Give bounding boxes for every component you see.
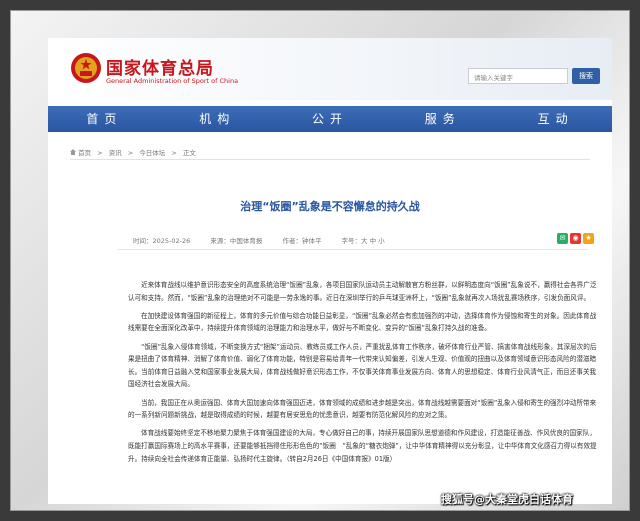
article-time: 时间：2025-02-26 bbox=[133, 237, 191, 245]
site-header: 国家体育总局 General Administration of Sport o… bbox=[48, 38, 612, 100]
breadcrumb: 首页 > 资讯 > 今日体坛 > 正文 bbox=[70, 147, 200, 157]
article-source: 来源：中国体育报 bbox=[210, 237, 263, 245]
article-meta: 时间：2025-02-26 来源：中国体育报 作者：钟体平 字号：大 中 小 bbox=[133, 235, 403, 245]
qzone-share-icon[interactable]: ★ bbox=[583, 233, 594, 244]
breadcrumb-news[interactable]: 资讯 bbox=[109, 149, 122, 157]
national-emblem-icon[interactable] bbox=[70, 52, 102, 84]
watermark: 搜狐号@大秦堂虎白话体育 bbox=[441, 493, 573, 506]
weibo-share-icon[interactable]: ◉ bbox=[570, 233, 581, 244]
breadcrumb-separator: > bbox=[97, 149, 103, 157]
search-input[interactable]: 请输入关键字 bbox=[468, 68, 568, 84]
share-bar: ✉ ◉ ★ bbox=[557, 233, 594, 244]
wechat-share-icon[interactable]: ✉ bbox=[557, 233, 568, 244]
article-author: 作者：钟体平 bbox=[282, 237, 322, 245]
nav-item-service[interactable]: 服务 bbox=[386, 106, 499, 132]
breadcrumb-today-sports[interactable]: 今日体坛 bbox=[139, 149, 165, 157]
home-icon bbox=[70, 149, 76, 155]
divider bbox=[118, 249, 588, 250]
article-paragraph: “饭圈”乱象入侵体育领域，不断变换方式“捆架”运动员、教练员或工作人员，严重扰乱… bbox=[128, 342, 597, 389]
picture-frame: 国家体育总局 General Administration of Sport o… bbox=[10, 10, 630, 511]
main-nav: 首页 机构 公开 服务 互动 bbox=[48, 106, 612, 132]
breadcrumb-separator: > bbox=[171, 149, 177, 157]
breadcrumb-home[interactable]: 首页 bbox=[78, 149, 91, 157]
breadcrumb-separator: > bbox=[127, 149, 134, 157]
site-name-english: General Administration of Sport of China bbox=[106, 77, 239, 85]
article-body: 近来体育战线以维护意识形态安全的高度系统治理“饭圈”乱象，各项目国家队运动员主动… bbox=[128, 279, 598, 471]
article-title: 治理“饭圈”乱象是不容懈怠的持久战 bbox=[240, 200, 420, 213]
nav-item-organization[interactable]: 机构 bbox=[161, 106, 274, 132]
article-paragraph: 当前，我国正在从奥运强国、体育大国加速向体育强国迈进，体育领域的成绩和进步越是突… bbox=[128, 398, 597, 420]
site-name[interactable]: 国家体育总局 bbox=[106, 54, 214, 79]
nav-item-home[interactable]: 首页 bbox=[48, 106, 161, 132]
article-paragraph: 近来体育战线以维护意识形态安全的高度系统治理“饭圈”乱象，各项目国家队运动员主动… bbox=[128, 281, 597, 302]
article-paragraph: 体育战线要始终坚定不移地聚力聚焦于体育强国建设的大局，专心做好自己的事，持续开展… bbox=[128, 429, 597, 463]
article-paragraph: 在加快建设体育强国的新征程上，体育的多元价值与综合功能日益彰显，“饭圈”乱象必然… bbox=[128, 311, 597, 333]
search-button[interactable]: 搜索 bbox=[572, 68, 600, 84]
webpage: 国家体育总局 General Administration of Sport o… bbox=[48, 38, 612, 504]
nav-item-public[interactable]: 公开 bbox=[274, 106, 387, 132]
breadcrumb-current: 正文 bbox=[182, 149, 196, 157]
font-size-switcher[interactable]: 字号：大 中 小 bbox=[342, 237, 385, 245]
divider bbox=[70, 159, 590, 160]
nav-item-interaction[interactable]: 互动 bbox=[499, 106, 612, 132]
